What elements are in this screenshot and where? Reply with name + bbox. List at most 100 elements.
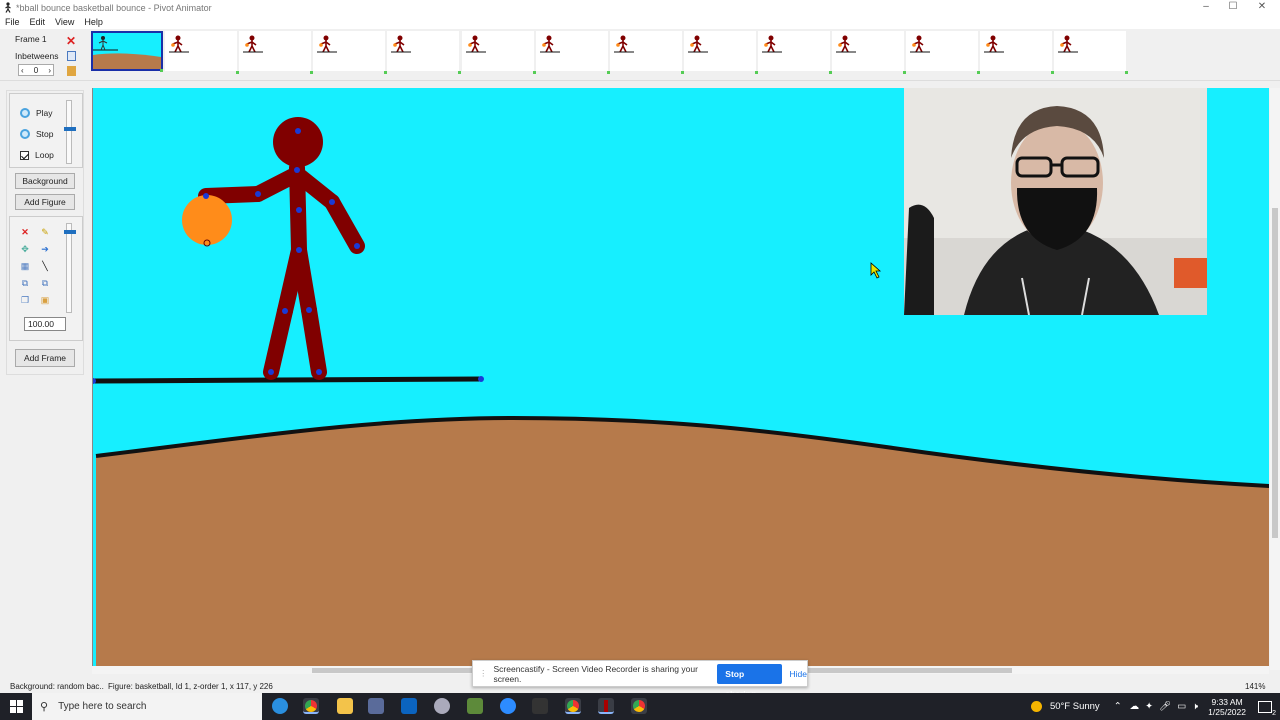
frame-marker	[458, 71, 462, 74]
speed-slider-knob[interactable]	[64, 127, 76, 131]
stop-sharing-button[interactable]: Stop sharing	[717, 663, 782, 699]
stick-figure[interactable]	[198, 160, 365, 380]
paste-figure-icon[interactable]: ▣	[40, 295, 50, 305]
app-icon-3[interactable]	[434, 698, 450, 714]
status-background: Background: random bac..	[10, 681, 104, 691]
loop-checkbox[interactable]	[20, 150, 29, 160]
figure-scale-knob[interactable]	[64, 230, 76, 234]
frame-thumbnail[interactable]	[387, 31, 462, 74]
frame-thumbnail[interactable]	[609, 31, 684, 74]
frame-thumbnail[interactable]	[832, 31, 906, 74]
windows-start-icon[interactable]	[10, 700, 23, 713]
app-icon-2[interactable]	[368, 698, 384, 714]
floor-stick[interactable]	[93, 376, 482, 384]
edge-icon[interactable]	[272, 698, 288, 714]
frame-thumbnail[interactable]	[165, 31, 240, 74]
frame-marker	[680, 71, 684, 74]
minimize-button[interactable]: –	[1196, 1, 1216, 12]
volume-icon[interactable]: 🕨︎	[1192, 701, 1198, 712]
frame-thumbnail[interactable]	[906, 31, 981, 74]
thumbnail-figure	[465, 35, 486, 53]
frame-thumbnail[interactable]	[313, 31, 388, 74]
delete-frame-icon[interactable]: ✕	[66, 34, 76, 48]
stop-control[interactable]: Stop	[20, 129, 54, 139]
thumbnail-figure	[391, 35, 412, 53]
increment-icon[interactable]: ›	[48, 66, 51, 75]
decrement-icon[interactable]: ‹	[21, 66, 24, 75]
copy-frame-icon[interactable]	[67, 51, 76, 61]
flip-icon[interactable]: ➔	[40, 244, 50, 254]
left-panel: Play Stop Loop Background Add Figure ✕ ✎…	[6, 90, 84, 375]
frame-marker	[903, 71, 906, 74]
inbetweens-stepper[interactable]: ‹ 0 ›	[18, 64, 54, 76]
speed-slider[interactable]	[64, 100, 76, 164]
minecraft-icon[interactable]	[467, 698, 483, 714]
frame-thumbnail[interactable]	[757, 31, 832, 74]
figure-scale-slider[interactable]	[64, 223, 76, 313]
frame-thumbnail[interactable]	[980, 31, 1055, 74]
delete-figure-icon[interactable]: ✕	[20, 227, 30, 237]
app-icon-4[interactable]	[532, 698, 548, 714]
frame-thumbnail[interactable]	[461, 31, 536, 74]
frame-marker	[310, 71, 314, 74]
frame-thumbnail[interactable]	[91, 31, 163, 72]
outlook-icon[interactable]	[401, 698, 417, 714]
close-button[interactable]: ✕	[1252, 1, 1272, 12]
loop-label: Loop	[35, 150, 54, 160]
frame-thumbnail[interactable]	[1054, 31, 1129, 74]
frame-thumbnail[interactable]	[239, 31, 314, 74]
taskbar-search[interactable]: ⚲ Type here to search	[32, 693, 262, 720]
loop-control[interactable]: Loop	[20, 150, 54, 160]
maximize-button[interactable]: ☐	[1223, 1, 1243, 12]
file-explorer-icon[interactable]	[337, 698, 353, 714]
vertical-scrollbar[interactable]	[1270, 88, 1280, 670]
weather-icon[interactable]	[1030, 701, 1042, 712]
chrome-icon-2[interactable]	[565, 698, 581, 714]
scale-input[interactable]: 100.00	[24, 317, 66, 331]
thumbnail-figure	[687, 35, 708, 53]
menu-edit[interactable]: Edit	[30, 17, 46, 27]
copy-figure-icon[interactable]: ❐	[20, 295, 30, 305]
menu-file[interactable]: File	[5, 17, 20, 27]
center-icon[interactable]: ✥	[20, 244, 30, 254]
frame-thumbnail[interactable]	[683, 31, 758, 74]
line-tool-icon[interactable]: ╲	[40, 261, 50, 271]
front-icon[interactable]: ⧉	[20, 278, 30, 288]
network-icon[interactable]: ▭	[1177, 701, 1186, 712]
taskbar: ⚲ Type here to search 50°F Sunny ⌃ ☁ ✦ 🎤…	[0, 693, 1280, 720]
paste-frame-icon[interactable]	[67, 66, 76, 76]
play-control[interactable]: Play	[20, 108, 53, 118]
chrome-icon[interactable]	[303, 698, 319, 714]
back-icon[interactable]: ⧉	[40, 278, 50, 288]
menu-help[interactable]: Help	[84, 17, 103, 27]
hide-button[interactable]: Hide	[790, 669, 807, 679]
title-bar: *bball bounce basketball bounce - Pivot …	[0, 0, 1280, 15]
notifications-icon[interactable]: 2	[1258, 700, 1276, 717]
background-button[interactable]: Background	[15, 173, 75, 189]
stop-icon	[20, 129, 30, 139]
floor-stick-handle[interactable]	[478, 376, 484, 382]
clock[interactable]: 9:33 AM 1/25/2022	[1208, 697, 1246, 717]
dropbox-icon[interactable]: ✦	[1145, 701, 1153, 712]
microphone-icon[interactable]: 🎤︎	[1159, 701, 1171, 712]
drag-handle-icon[interactable]: ⋮	[479, 668, 488, 679]
clock-time: 9:33 AM	[1211, 696, 1243, 707]
weather-text[interactable]: 50°F Sunny	[1050, 701, 1100, 712]
frame-thumbnail[interactable]	[535, 31, 610, 74]
status-figure: Figure: basketball, Id 1, z-order 1, x 1…	[108, 681, 273, 691]
vertical-scroll-thumb[interactable]	[1272, 208, 1278, 538]
figure-head[interactable]	[273, 117, 323, 167]
color-icon[interactable]: ▦	[20, 261, 30, 271]
zoom-icon[interactable]	[500, 698, 516, 714]
chrome-icon-3[interactable]	[631, 698, 647, 714]
screencastify-message: Screencastify - Screen Video Recorder is…	[493, 663, 698, 684]
ground	[96, 418, 1269, 670]
chevron-up-icon[interactable]: ⌃	[1114, 701, 1122, 712]
add-figure-button[interactable]: Add Figure	[15, 194, 75, 210]
onedrive-icon[interactable]: ☁	[1130, 701, 1140, 712]
add-frame-button[interactable]: Add Frame	[15, 349, 75, 367]
pivot-animator-icon[interactable]	[598, 698, 614, 714]
menu-view[interactable]: View	[55, 17, 74, 27]
pencil-icon[interactable]: ✎	[40, 227, 50, 237]
basketball[interactable]	[182, 195, 232, 245]
